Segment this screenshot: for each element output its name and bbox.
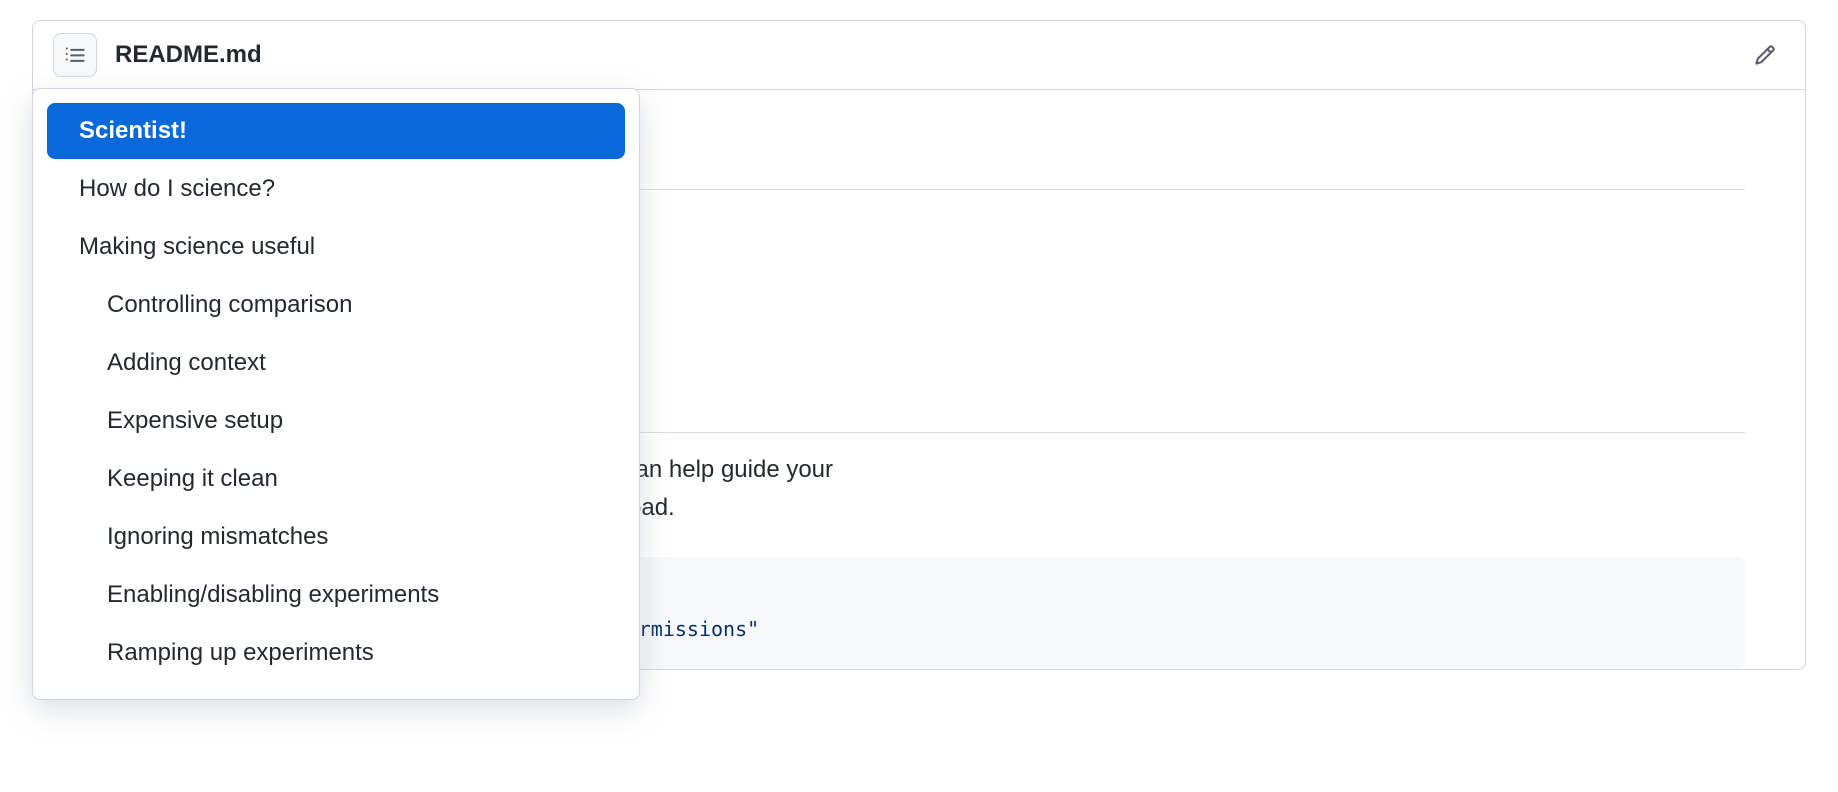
toc-item-controlling-comparison[interactable]: Controlling comparison [47,277,625,333]
toc-dropdown: Scientist! How do I science? Making scie… [32,88,640,700]
toc-toggle-button[interactable] [53,33,97,77]
toc-item-making-science-useful[interactable]: Making science useful [47,219,625,275]
readme-header: README.md [33,21,1805,90]
toc-item-expensive-setup[interactable]: Expensive setup [47,393,625,449]
list-icon [64,44,86,66]
toc-item-enabling-disabling-experiments[interactable]: Enabling/disabling experiments [47,567,625,623]
toc-item-adding-context[interactable]: Adding context [47,335,625,391]
toc-item-how-do-i-science[interactable]: How do I science? [47,161,625,217]
toc-item-ramping-up-experiments[interactable]: Ramping up experiments [47,625,625,681]
readme-filename: README.md [115,41,262,69]
pencil-icon [1754,44,1776,66]
edit-button[interactable] [1745,35,1785,75]
toc-item-keeping-it-clean[interactable]: Keeping it clean [47,451,625,507]
toc-item-ignoring-mismatches[interactable]: Ignoring mismatches [47,509,625,565]
toc-item-scientist[interactable]: Scientist! [47,103,625,159]
